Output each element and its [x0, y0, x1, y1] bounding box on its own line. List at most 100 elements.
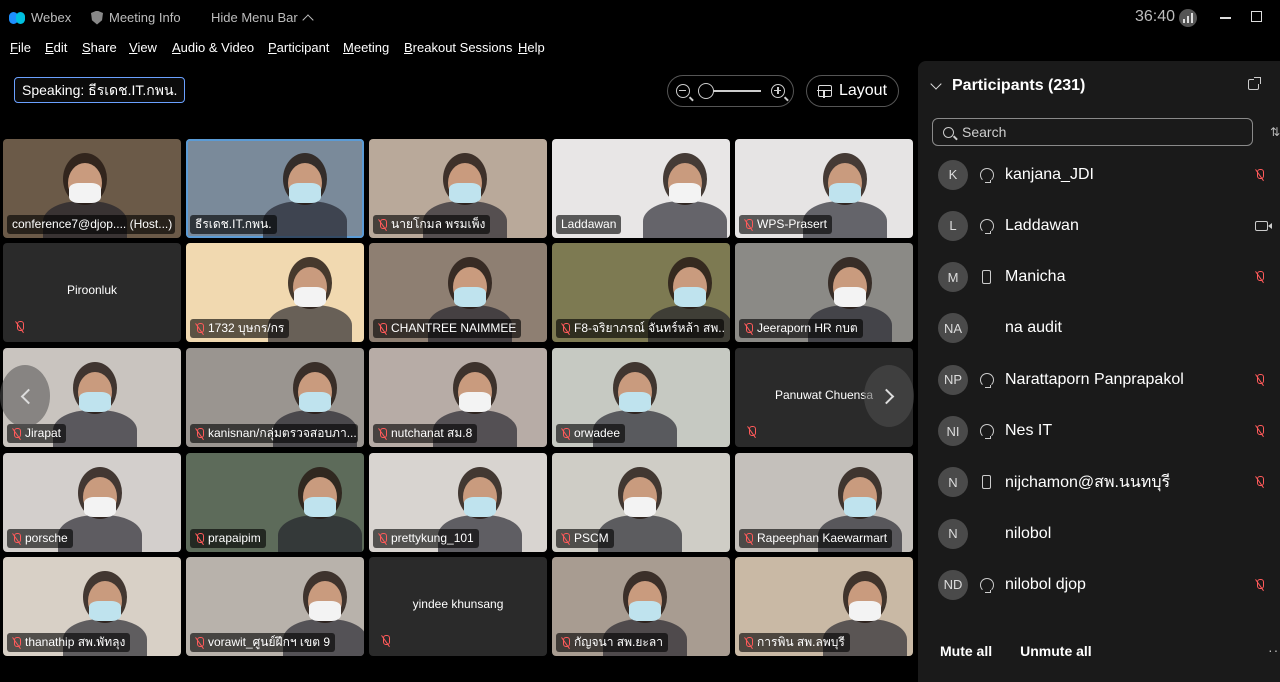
face-mask: [844, 497, 876, 517]
video-tile[interactable]: thanathip สพ.พัทลุง: [3, 557, 181, 656]
participant-row[interactable]: Kkanjana_JDI: [918, 149, 1280, 200]
network-signal-icon[interactable]: [1179, 9, 1197, 27]
mic-muted-icon: [12, 427, 21, 440]
participant-list: Kkanjana_JDI L Laddawan M Manicha NA na audit N…: [918, 147, 1280, 627]
more-options-icon[interactable]: ···: [1268, 642, 1280, 658]
next-page-button[interactable]: [864, 365, 914, 427]
video-tile[interactable]: CHANTREE NAIMMEE: [369, 243, 547, 342]
participant-row[interactable]: NP Narattaporn Panprapakol: [918, 354, 1280, 405]
menu-view[interactable]: View: [129, 40, 157, 55]
participants-header[interactable]: Participants (231): [930, 77, 1085, 95]
mic-muted-icon[interactable]: [1255, 476, 1264, 488]
mic-muted-icon[interactable]: [1255, 578, 1264, 591]
video-tile[interactable]: porsche: [3, 453, 181, 552]
previous-page-button[interactable]: [0, 365, 50, 427]
menu-meeting[interactable]: Meeting: [343, 40, 389, 55]
video-tile[interactable]: PSCM: [552, 453, 730, 552]
hide-menu-bar-button[interactable]: Hide Menu Bar: [211, 10, 314, 26]
participant-row[interactable]: M Manicha: [918, 252, 1280, 303]
meeting-info-button[interactable]: Meeting Info: [91, 10, 181, 25]
unmute-all-button[interactable]: Unmute all: [1020, 643, 1092, 659]
minimize-icon[interactable]: [1220, 17, 1231, 19]
zoom-out-icon[interactable]: [676, 84, 690, 98]
chevron-down-icon[interactable]: [930, 78, 942, 90]
participant-name: nilobol: [1005, 524, 1052, 542]
video-tile[interactable]: Piroonluk: [3, 243, 181, 342]
video-tile[interactable]: orwadee: [552, 348, 730, 447]
mic-muted-icon[interactable]: [1255, 425, 1264, 437]
mic-muted-icon: [561, 322, 570, 335]
layout-button[interactable]: Layout: [806, 75, 899, 107]
menu-audio-video[interactable]: Audio & Video: [172, 40, 254, 55]
face-mask: [79, 392, 111, 412]
mic-muted-icon: [378, 427, 387, 440]
mute-all-button[interactable]: Mute all: [940, 643, 992, 659]
mic-muted-icon: [12, 532, 21, 545]
popout-icon[interactable]: [1248, 77, 1261, 90]
participant-row[interactable]: Nnijchamon@สพ.นนทบุรี: [918, 457, 1280, 508]
mic-muted-icon[interactable]: [1255, 373, 1264, 386]
video-tile[interactable]: vorawit_ศูนย์ฝึกฯ เขต 9: [186, 557, 364, 656]
menu-breakout-sessions[interactable]: Breakout Sessions: [404, 40, 512, 55]
video-tile[interactable]: การพิน สพ.ลพบุรี: [735, 557, 913, 656]
avatar: NP: [938, 364, 968, 395]
video-tile[interactable]: Rapeephan Kaewarmart: [735, 453, 913, 552]
zoom-control[interactable]: [667, 75, 794, 107]
menu-edit[interactable]: Edit: [45, 40, 67, 55]
maximize-icon[interactable]: [1251, 11, 1262, 22]
video-tile[interactable]: นายโกมล พรมเพ็ง: [369, 139, 547, 238]
video-tile[interactable]: prapaipim: [186, 453, 364, 552]
avatar: L: [938, 210, 968, 241]
avatar: N: [938, 467, 968, 498]
sort-icon[interactable]: ⇅: [1270, 125, 1280, 139]
video-tile[interactable]: Laddawan: [552, 139, 730, 238]
mic-muted-icon[interactable]: [1255, 271, 1264, 283]
menu-participant[interactable]: Participant: [268, 40, 329, 55]
mic-muted-icon: [744, 218, 753, 231]
menu-help[interactable]: Help: [518, 40, 545, 55]
video-tile[interactable]: conference7@djop.... (Host...): [3, 139, 181, 238]
phone-icon: [982, 475, 991, 490]
participant-name-label: ธีรเดช.IT.กพน.: [190, 215, 277, 234]
meeting-timer: 36:40: [1135, 8, 1176, 25]
menu-bar: File Edit Share View Audio & Video Parti…: [0, 38, 920, 58]
face-mask: [829, 183, 861, 203]
face-mask: [289, 183, 321, 203]
participant-row[interactable]: L Laddawan: [918, 200, 1280, 251]
zoom-slider[interactable]: [698, 83, 761, 99]
zoom-in-icon[interactable]: [771, 84, 785, 98]
participant-row[interactable]: ND nilobol djop: [918, 559, 1280, 610]
participant-name-label: Rapeephan Kaewarmart: [739, 529, 893, 548]
participant-name: Laddawan: [1005, 216, 1079, 234]
chevron-right-icon: [878, 388, 894, 404]
mic-muted-icon[interactable]: [1255, 168, 1264, 181]
video-tile[interactable]: kanisnan/กลุ่มตรวจสอบภา...: [186, 348, 364, 447]
mic-muted-icon: [747, 426, 756, 438]
video-tile[interactable]: กัญจนา สพ.ยะลา: [552, 557, 730, 656]
video-tile[interactable]: Jeeraporn HR กบต: [735, 243, 913, 342]
video-tile[interactable]: nutchanat สม.8: [369, 348, 547, 447]
chevron-left-icon: [20, 388, 36, 404]
participant-name: Nes IT: [1005, 422, 1053, 439]
video-tile[interactable]: F8-จริยาภรณ์ จันทร์หล้า สพ....: [552, 243, 730, 342]
zoom-slider-handle[interactable]: [698, 83, 714, 99]
mic-muted-icon: [378, 322, 387, 335]
menu-file[interactable]: File: [10, 40, 31, 55]
camera-icon[interactable]: [1255, 220, 1272, 231]
participant-row[interactable]: NI Nes IT: [918, 406, 1280, 457]
video-tile[interactable]: yindee khunsang: [369, 557, 547, 656]
headset-icon: [980, 424, 994, 439]
participant-name-label: 1732 บุษกร/กร: [190, 319, 290, 338]
video-tile[interactable]: WPS-Prasert: [735, 139, 913, 238]
participant-name-label: กัญจนา สพ.ยะลา: [556, 633, 668, 652]
participant-name-label: การพิน สพ.ลพบุรี: [739, 633, 850, 652]
video-tile[interactable]: prettykung_101: [369, 453, 547, 552]
participant-row[interactable]: NA na audit: [918, 303, 1280, 354]
participant-row[interactable]: Nnilobol: [918, 508, 1280, 559]
participant-search-input[interactable]: Search: [932, 118, 1253, 146]
title-bar: Webex Meeting Info Hide Menu Bar 36:40: [0, 0, 1280, 36]
menu-share[interactable]: Share: [82, 40, 117, 55]
phone-icon: [982, 270, 991, 285]
video-tile[interactable]: 1732 บุษกร/กร: [186, 243, 364, 342]
video-tile[interactable]: ธีรเดช.IT.กพน.: [186, 139, 364, 238]
